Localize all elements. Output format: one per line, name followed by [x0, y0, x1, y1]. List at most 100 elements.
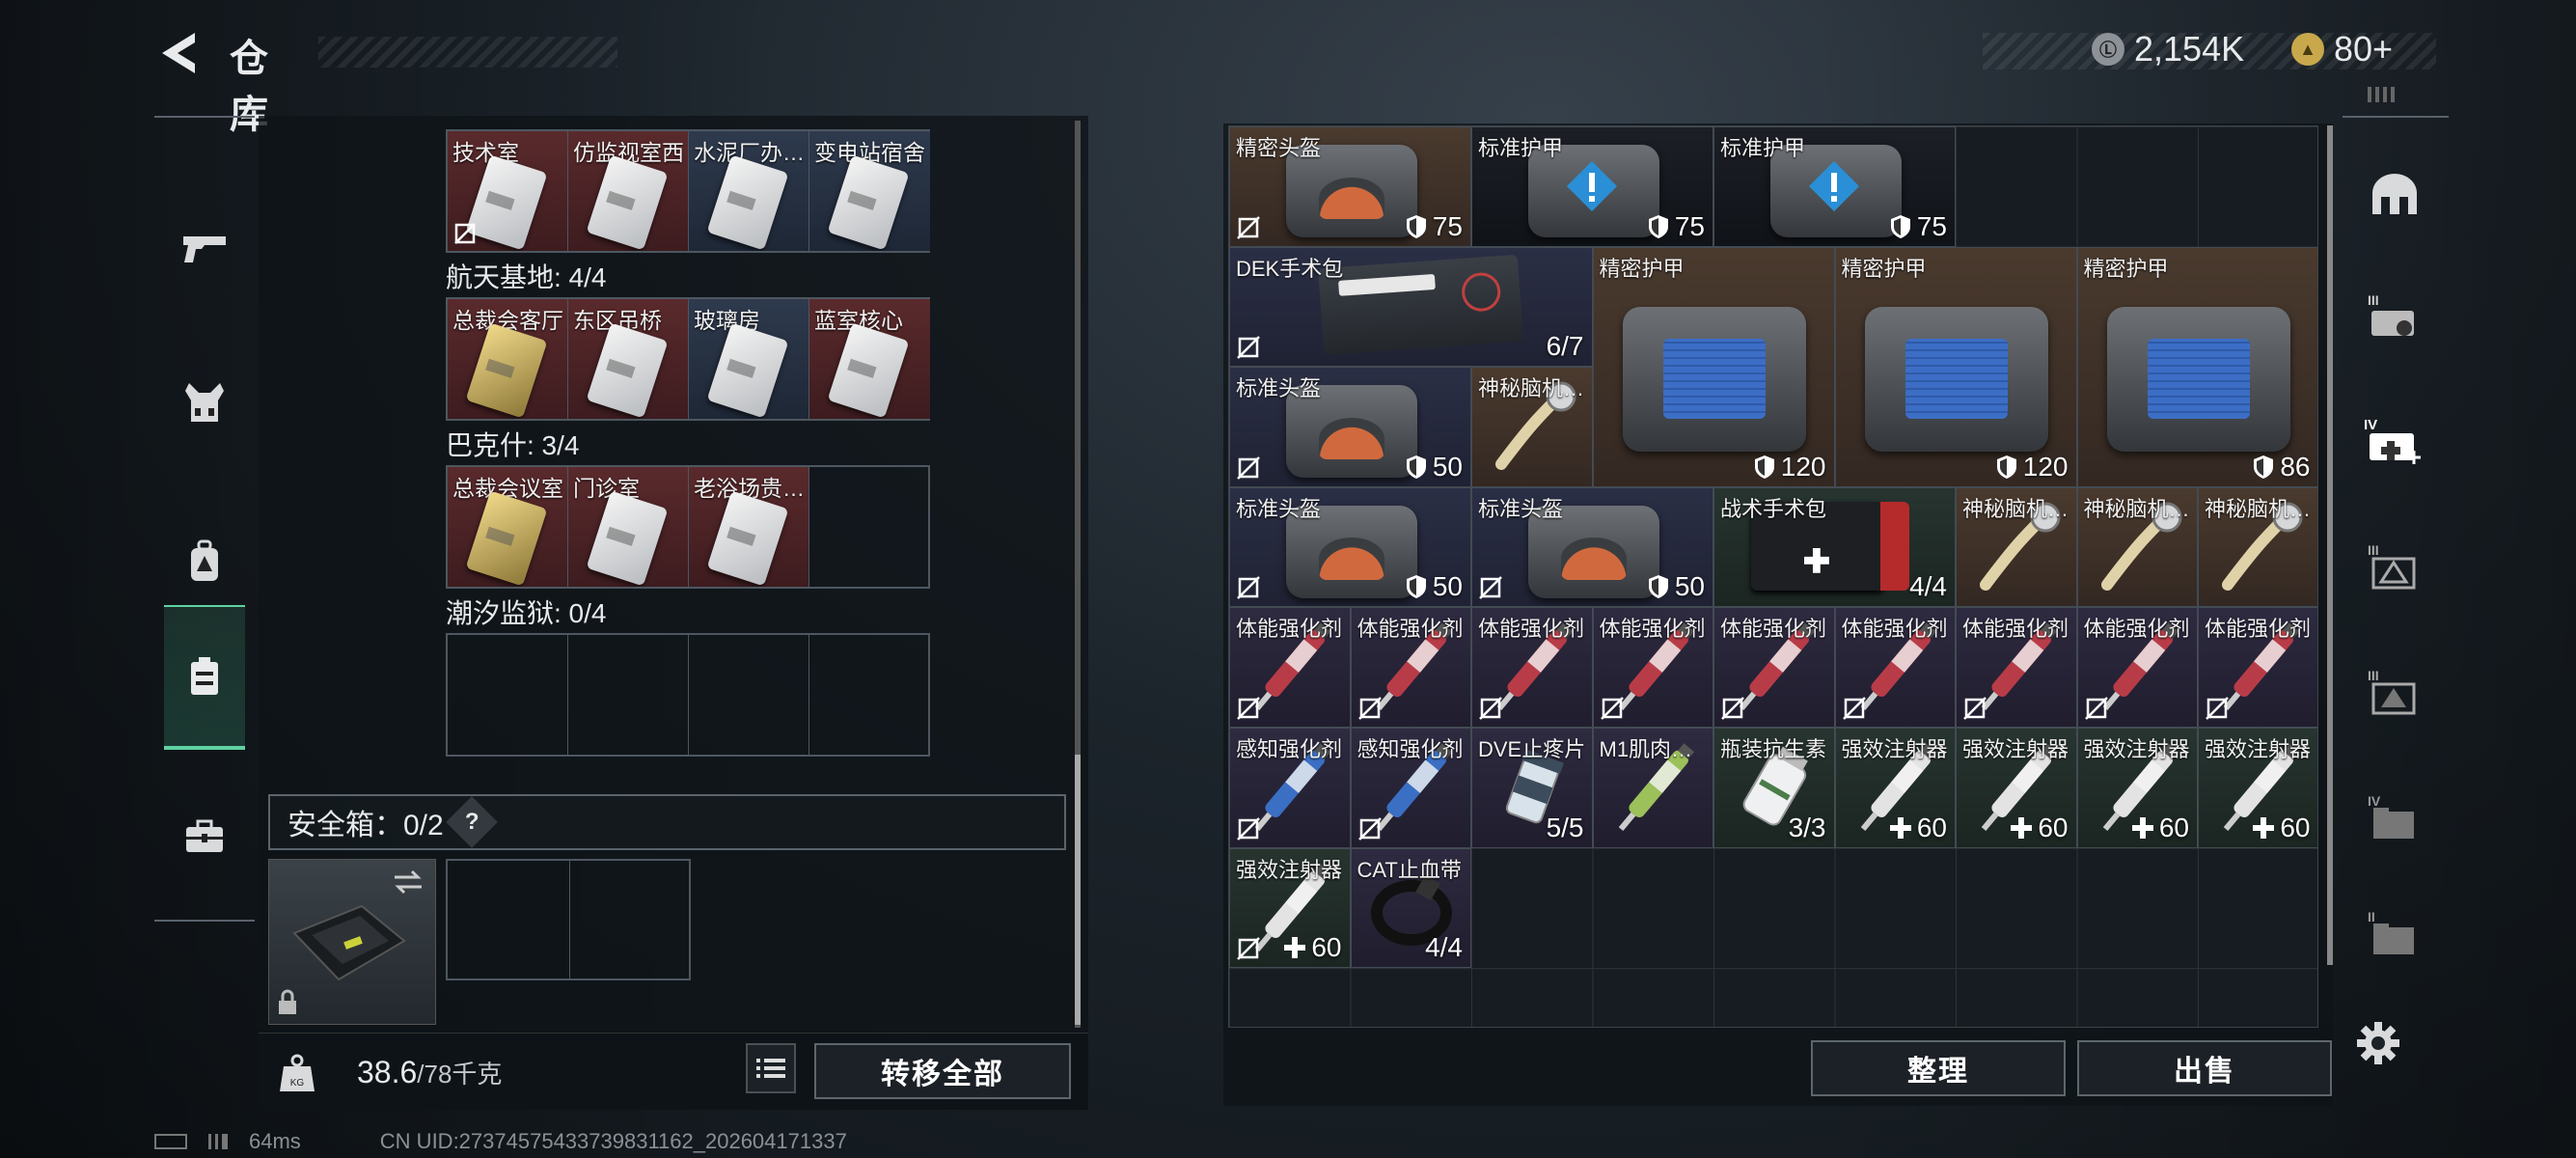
keycard-slot[interactable]: 仿监视室西 [568, 131, 689, 251]
inventory-item[interactable]: 标准头盔 50 [1471, 486, 1713, 608]
nav-weapons[interactable] [164, 176, 245, 320]
list-view-button[interactable] [746, 1043, 796, 1093]
durability-shield-icon [1648, 575, 1668, 599]
inventory-item[interactable]: 体能强化剂 [2076, 607, 2198, 728]
right-storage-nav: III IV III III IV II [2343, 87, 2449, 967]
empty-keycard-slot[interactable] [689, 635, 809, 755]
inventory-item[interactable]: 标准护甲 75 [1713, 126, 1956, 247]
svg-text:III: III [2368, 292, 2379, 308]
storage-tab-7[interactable]: II [2358, 899, 2431, 967]
organize-button[interactable]: 整理 [1811, 1040, 2066, 1096]
weight-bar: KG 38.6/78千克 转移全部 [259, 1033, 1088, 1110]
keycard-slot[interactable]: 东区吊桥 [568, 299, 689, 419]
back-arrow-icon[interactable] [154, 29, 203, 77]
heal-plus-icon [1889, 816, 1911, 839]
inventory-item[interactable]: 感知强化剂 [1229, 728, 1351, 848]
keycard-slot[interactable]: 蓝室核心 [809, 299, 930, 419]
safe-box-slot[interactable] [268, 859, 436, 1025]
nav-toolbox[interactable] [164, 764, 245, 909]
no-sell-icon [1842, 697, 1866, 720]
inventory-item[interactable]: 体能强化剂 [1713, 607, 1835, 728]
left-scrollbar-thumb[interactable] [1075, 755, 1081, 1025]
keycard-slot[interactable]: 总裁会议室 [448, 467, 568, 587]
item-value: 50 [1406, 452, 1463, 482]
transfer-all-button[interactable]: 转移全部 [814, 1043, 1071, 1099]
inventory-item[interactable]: 标准头盔 50 [1229, 486, 1471, 608]
inventory-item[interactable]: DVE止疼片 5/5 [1471, 728, 1593, 848]
keycard-slot[interactable]: 老浴场贵… [689, 467, 809, 587]
empty-keycard-slot[interactable] [568, 635, 689, 755]
inventory-item[interactable]: 精密护甲 120 [1834, 246, 2077, 487]
swap-icon[interactable] [391, 868, 425, 896]
token-display[interactable]: ▲ 80+ [2291, 27, 2393, 71]
storage-tab-2[interactable]: III [2358, 282, 2431, 349]
inventory-item[interactable]: 精密护甲 120 [1592, 246, 1835, 487]
inventory-item[interactable]: 神秘脑机… [2076, 486, 2198, 608]
inventory-item[interactable]: 体能强化剂 [2198, 607, 2317, 728]
svg-text:II: II [2368, 909, 2375, 924]
inventory-item[interactable]: 体能强化剂 [1834, 607, 1956, 728]
inventory-item[interactable]: 强效注射器 60 [1229, 847, 1351, 969]
item-name: 体能强化剂 [2083, 617, 2190, 642]
storage-tab-4[interactable]: III [2358, 533, 2431, 600]
inventory-item[interactable]: 强效注射器 60 [1834, 728, 1956, 848]
nav-vest[interactable] [164, 330, 245, 475]
keycard-slot[interactable]: 门诊室 [568, 467, 689, 587]
keycard-slot[interactable]: 总裁会客厅 [448, 299, 568, 419]
item-value: 3/3 [1789, 813, 1826, 843]
heal-plus-icon [2253, 816, 2275, 839]
help-icon[interactable]: ? [445, 796, 498, 848]
inventory-item[interactable]: 体能强化剂 [1956, 607, 2077, 728]
inventory-item[interactable]: 强效注射器 60 [2198, 728, 2317, 848]
inventory-item[interactable]: 精密护甲 86 [2076, 246, 2317, 487]
inventory-item[interactable]: M1肌肉… [1592, 728, 1713, 848]
safe-slot[interactable] [570, 861, 693, 979]
item-name: 强效注射器 [1962, 737, 2069, 761]
inventory-item[interactable]: DEK手术包 6/7 [1229, 246, 1593, 368]
storage-tab-1[interactable] [2358, 160, 2431, 228]
item-value-text: 60 [1916, 812, 1947, 842]
inventory-item[interactable]: 体能强化剂 [1592, 607, 1713, 728]
empty-keycard-slot[interactable] [448, 635, 568, 755]
keycard-slot[interactable]: 技术室 [448, 131, 568, 251]
inventory-item[interactable]: 强效注射器 60 [1956, 728, 2077, 848]
empty-keycard-slot[interactable] [809, 635, 930, 755]
inventory-item[interactable]: 精密头盔 75 [1229, 126, 1471, 247]
safe-slot[interactable] [448, 861, 570, 979]
item-name: 精密头盔 [1236, 136, 1322, 160]
item-name: 体能强化剂 [1841, 617, 1948, 642]
signal-icon [208, 1134, 228, 1149]
inventory-item[interactable]: 标准头盔 50 [1229, 367, 1471, 487]
item-value-text: 75 [1674, 210, 1705, 241]
inventory-item[interactable]: 神秘脑机… [2198, 486, 2317, 608]
empty-keycard-slot[interactable] [809, 467, 930, 587]
durability-shield-icon [1996, 455, 2016, 479]
inventory-item[interactable]: 感知强化剂 [1350, 728, 1471, 848]
storage-tab-3[interactable]: IV [2358, 407, 2431, 475]
left-category-nav [154, 116, 255, 922]
inventory-item[interactable]: 神秘脑机… [1471, 367, 1593, 487]
inventory-item[interactable]: 瓶装抗生素 3/3 [1713, 728, 1835, 848]
currency-display[interactable]: Ⓛ 2,154K [2092, 27, 2244, 71]
inventory-scrollbar[interactable] [2327, 125, 2333, 965]
inventory-item[interactable]: 标准护甲 75 [1471, 126, 1713, 247]
no-sell-icon [1479, 697, 1502, 720]
inventory-item[interactable]: 强效注射器 60 [2076, 728, 2198, 848]
inventory-item[interactable]: CAT止血带 4/4 [1350, 847, 1471, 969]
weight-max: /78千克 [417, 1060, 503, 1089]
item-name: M1肌肉… [1599, 737, 1693, 761]
nav-case[interactable] [164, 605, 245, 750]
sell-button[interactable]: 出售 [2077, 1040, 2332, 1096]
settings-gear-icon[interactable] [2354, 1019, 2402, 1067]
inventory-item[interactable]: 战术手术包 4/4 [1713, 486, 1956, 608]
keycard-slot[interactable]: 变电站宿舍 [809, 131, 930, 251]
inventory-item[interactable]: 体能强化剂 [1471, 607, 1593, 728]
inventory-item[interactable]: 体能强化剂 [1229, 607, 1351, 728]
keycard-slot[interactable]: 玻璃房 [689, 299, 809, 419]
currency-coin-icon: Ⓛ [2092, 33, 2124, 66]
storage-tab-6[interactable]: IV [2358, 784, 2431, 851]
inventory-item[interactable]: 体能强化剂 [1350, 607, 1471, 728]
storage-tab-5[interactable]: III [2358, 658, 2431, 726]
keycard-slot[interactable]: 水泥厂办… [689, 131, 809, 251]
inventory-item[interactable]: 神秘脑机… [1956, 486, 2077, 608]
